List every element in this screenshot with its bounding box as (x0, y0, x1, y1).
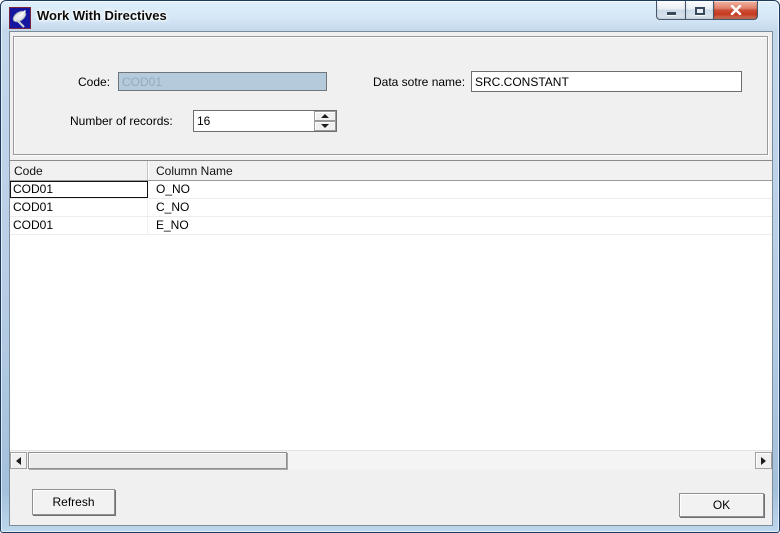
titlebar[interactable]: Work With Directives (1, 1, 779, 31)
spin-down-button[interactable] (314, 121, 336, 131)
code-label: Code: (78, 75, 111, 89)
arrow-left-icon (16, 456, 21, 465)
table-row: COD01 O_NO (10, 181, 772, 199)
dialog-window: Work With Directives Code: Data sotre na… (0, 0, 780, 533)
spin-up-button[interactable] (314, 111, 336, 121)
app-icon satellite-dish-icon (9, 7, 31, 29)
minimize-button[interactable] (656, 1, 685, 20)
form-panel: Code: Data sotre name: Number of records… (13, 36, 768, 155)
datastore-input[interactable] (471, 71, 742, 92)
datastore-label: Data sotre name: (373, 75, 466, 89)
records-table: Code Column Name COD01 O_NO COD01 C_NO C… (10, 160, 772, 469)
caption-buttons (656, 1, 758, 20)
cell-column-name[interactable]: E_NO (148, 217, 772, 234)
chevron-down-icon (321, 124, 329, 128)
records-label: Number of records: (70, 114, 173, 128)
window-title: Work With Directives (37, 8, 167, 23)
cell-code[interactable]: COD01 (10, 217, 148, 234)
refresh-button[interactable]: Refresh (32, 489, 115, 515)
client-area: Code: Data sotre name: Number of records… (9, 31, 773, 526)
cell-code-focused[interactable]: COD01 (10, 181, 148, 198)
table-row: COD01 E_NO (10, 217, 772, 235)
close-icon (730, 5, 741, 15)
maximize-icon (694, 7, 705, 15)
records-spinner (193, 110, 337, 132)
cell-column-name[interactable]: O_NO (148, 181, 772, 198)
spinner-buttons (314, 111, 336, 131)
arrow-right-icon (761, 456, 766, 465)
records-input[interactable] (194, 111, 312, 131)
minimize-icon (666, 12, 676, 15)
code-input (118, 72, 327, 91)
scroll-left-button[interactable] (10, 452, 27, 469)
cell-column-name[interactable]: C_NO (148, 199, 772, 216)
table-header-row: Code Column Name (10, 161, 772, 181)
column-header-column-name[interactable]: Column Name (148, 161, 772, 180)
maximize-button[interactable] (685, 1, 714, 20)
horizontal-scrollbar[interactable] (10, 450, 772, 469)
ok-button[interactable]: OK (679, 493, 764, 517)
cell-code[interactable]: COD01 (10, 199, 148, 216)
scrollbar-thumb[interactable] (28, 452, 287, 469)
column-header-code[interactable]: Code (10, 161, 148, 180)
chevron-up-icon (321, 114, 329, 118)
close-button[interactable] (714, 1, 758, 20)
scroll-right-button[interactable] (755, 452, 772, 469)
table-row: COD01 C_NO (10, 199, 772, 217)
